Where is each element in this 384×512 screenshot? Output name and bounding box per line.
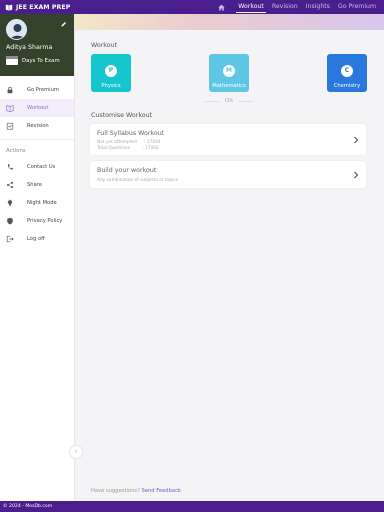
book-logo-icon	[5, 4, 13, 11]
sidebar-item-label: Revision	[27, 123, 49, 129]
footer-copyright: © 2024 - MosDb.com	[3, 504, 53, 509]
footer: © 2024 - MosDb.com	[0, 501, 384, 512]
checklist-icon	[6, 122, 14, 130]
sidebar-item-contact-us[interactable]: Contact Us	[0, 158, 74, 176]
card-title: Build your workout	[97, 167, 157, 174]
sidebar-item-revision[interactable]: Revision	[0, 117, 74, 135]
full-syllabus-workout-card[interactable]: Full Syllabus Workout Not yet attempted …	[90, 124, 366, 155]
sidebar-item-go-premium[interactable]: Go Premium	[0, 81, 74, 99]
sidebar-item-label: Log off	[27, 236, 45, 242]
days-to-exam[interactable]: Days To Exam	[6, 56, 68, 65]
send-feedback-link[interactable]: Send Feedback	[142, 488, 181, 494]
not-attempted-label: Not yet attempted	[97, 140, 137, 145]
or-divider: OR	[205, 98, 253, 104]
share-icon	[6, 181, 14, 189]
user-avatar-icon	[10, 24, 25, 39]
sidebar-item-label: Workout	[27, 105, 49, 111]
subject-label: Chemistry	[333, 83, 361, 89]
subject-card-physics[interactable]: P Physics	[91, 54, 131, 92]
sidebar-item-label: Contact Us	[27, 164, 56, 170]
subject-card-mathematics[interactable]: M Mathematics	[209, 54, 249, 92]
sidebar-item-label: Privacy Policy	[27, 218, 63, 224]
not-attempted-value: : 17044	[144, 140, 161, 145]
sidebar-item-label: Go Premium	[27, 87, 59, 93]
home-icon[interactable]	[217, 3, 226, 12]
app-brand[interactable]: JEE EXAM PREP	[0, 3, 70, 11]
phone-icon	[7, 164, 13, 170]
total-questions-value: : 17402	[142, 146, 159, 151]
header-gradient-band	[75, 14, 384, 30]
calendar-icon	[6, 56, 18, 65]
edit-pencil-icon[interactable]	[60, 21, 67, 28]
tab-revision[interactable]: Revision	[268, 0, 302, 14]
sidebar-item-share[interactable]: Share	[0, 176, 74, 194]
card-subtitle: Any combination of subjects or topics	[97, 178, 178, 183]
total-questions-label: Total Questions	[97, 146, 130, 151]
actions-section-title: Actions	[0, 139, 74, 158]
sidebar-item-label: Share	[27, 182, 42, 188]
top-app-bar: JEE EXAM PREP Workout Revision Insights …	[0, 0, 384, 14]
mathematics-letter-icon: M	[223, 65, 235, 77]
bulb-icon	[6, 199, 14, 206]
sidebar-item-workout[interactable]: Workout	[0, 99, 74, 117]
card-title: Full Syllabus Workout	[97, 130, 165, 137]
build-your-workout-card[interactable]: Build your workout Any combination of su…	[90, 161, 366, 188]
sidebar-item-privacy-policy[interactable]: Privacy Policy	[0, 212, 74, 230]
collapse-sidebar-button[interactable]: ‹	[69, 445, 83, 459]
top-nav: Workout Revision Insights Go Premium	[217, 0, 384, 14]
suggestions-row: Have suggestions? Send Feedback	[91, 488, 181, 494]
chevron-right-icon	[354, 136, 359, 143]
chemistry-letter-icon: C	[341, 65, 353, 77]
avatar[interactable]	[6, 19, 27, 40]
subject-label: Physics	[101, 83, 121, 89]
chevron-right-icon	[354, 171, 359, 178]
shield-icon	[7, 217, 13, 225]
workout-heading: Workout	[91, 42, 118, 49]
book-icon	[6, 105, 14, 112]
tab-go-premium[interactable]: Go Premium	[334, 0, 380, 14]
subject-card-chemistry[interactable]: C Chemistry	[327, 54, 367, 92]
total-questions-row: Total Questions : 17402	[97, 146, 159, 151]
sidebar-item-label: Night Mode	[27, 200, 57, 206]
days-to-exam-label: Days To Exam	[22, 57, 60, 64]
profile-panel: Aditya Sharma Days To Exam	[0, 14, 74, 76]
main-content: Workout P Physics M Mathematics C Chemis…	[69, 30, 384, 501]
sidebar: Aditya Sharma Days To Exam Go Premium Wo…	[0, 14, 75, 501]
tab-workout[interactable]: Workout	[234, 0, 268, 14]
suggestions-text: Have suggestions?	[91, 488, 140, 494]
customise-workout-heading: Customise Workout	[91, 112, 153, 119]
sidebar-item-log-off[interactable]: Log off	[0, 230, 74, 248]
sidebar-menu: Go Premium Workout Revision Actions Cont…	[0, 76, 74, 248]
physics-letter-icon: P	[105, 65, 117, 77]
not-attempted-row: Not yet attempted : 17044	[97, 140, 161, 145]
profile-name: Aditya Sharma	[6, 44, 53, 51]
lock-icon	[7, 86, 13, 94]
tab-insights[interactable]: Insights	[302, 0, 334, 14]
subject-label: Mathematics	[212, 83, 246, 89]
sidebar-item-night-mode[interactable]: Night Mode	[0, 194, 74, 212]
logout-icon	[6, 235, 14, 243]
app-title: JEE EXAM PREP	[16, 3, 71, 11]
